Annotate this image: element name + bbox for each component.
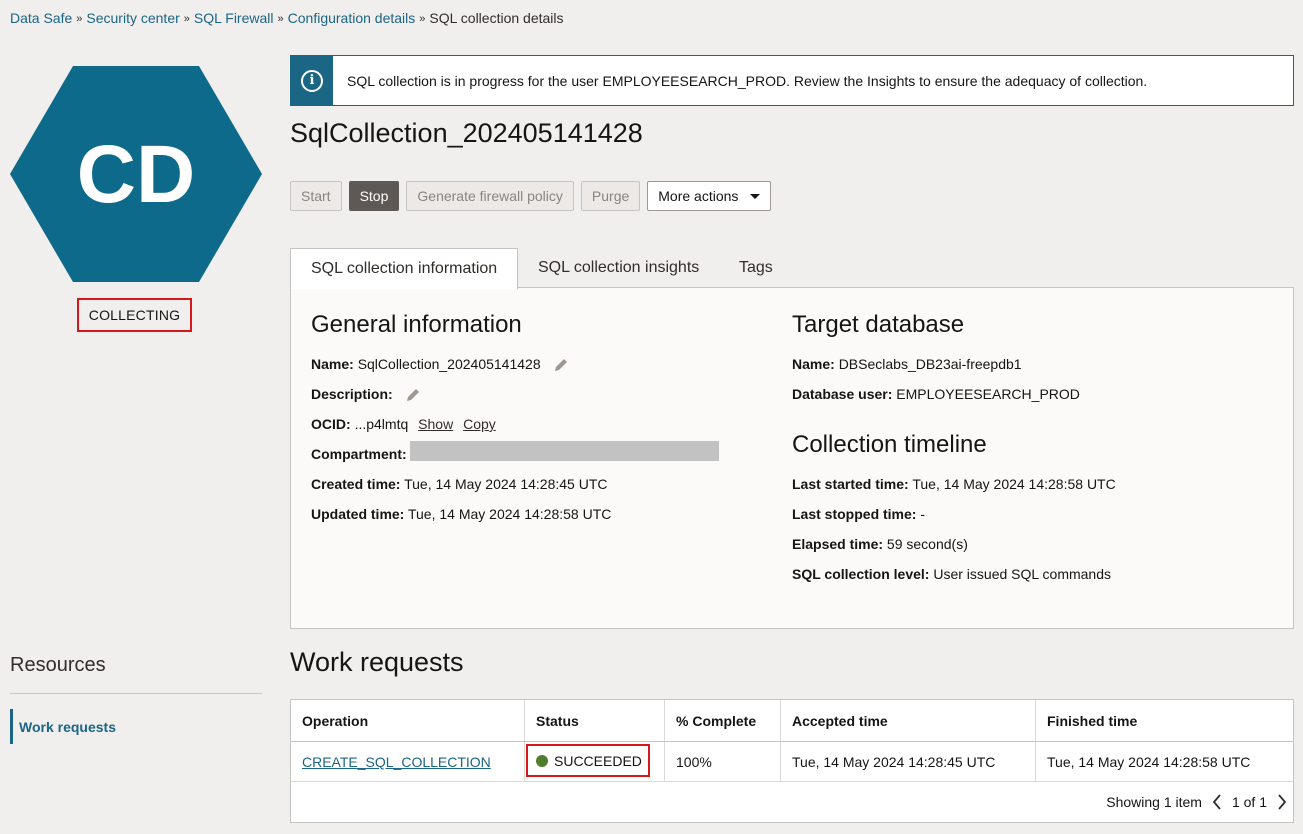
last-started-row: Last started time: Tue, 14 May 2024 14:2… [792, 476, 1116, 492]
column-header-status[interactable]: Status [525, 700, 665, 741]
breadcrumb-separator: » [76, 13, 83, 25]
resource-initials: CD [77, 129, 195, 220]
success-dot-icon [536, 754, 548, 767]
more-actions-label: More actions [658, 188, 739, 204]
generate-firewall-policy-button[interactable]: Generate firewall policy [406, 181, 574, 211]
ocid-label: OCID: [311, 416, 351, 432]
purge-button[interactable]: Purge [580, 181, 641, 211]
last-stopped-value: - [920, 506, 926, 522]
collection-level-value: User issued SQL commands [933, 566, 1112, 582]
collection-timeline-heading: Collection timeline [792, 431, 987, 458]
description-label: Description: [311, 386, 393, 402]
chevron-down-icon [750, 193, 761, 199]
column-header-operation[interactable]: Operation [291, 700, 525, 741]
edit-description-icon[interactable] [405, 387, 421, 403]
collection-level-label: SQL collection level: [792, 566, 930, 582]
breadcrumb-security-center[interactable]: Security center [86, 10, 179, 26]
breadcrumb: Data Safe» Security center» SQL Firewall» C… [10, 10, 564, 26]
alert-message: SQL collection is in progress for the us… [347, 72, 1148, 89]
breadcrumb-configuration-details[interactable]: Configuration details [288, 10, 416, 26]
last-started-label: Last started time: [792, 476, 909, 492]
ocid-value: ...p4lmtq [354, 416, 409, 432]
resources-heading: Resources [10, 654, 106, 676]
alert-icon-bar: i [291, 56, 333, 105]
table-cell-operation: CREATE_SQL_COLLECTION [291, 742, 525, 782]
sidebar-item-work-requests[interactable]: Work requests [10, 709, 116, 744]
last-stopped-row: Last stopped time: - [792, 506, 925, 522]
tab-sql-collection-information[interactable]: SQL collection information [290, 248, 519, 289]
column-header-complete[interactable]: % Complete [665, 700, 781, 741]
name-value: SqlCollection_202405141428 [357, 356, 541, 372]
column-header-accepted-time[interactable]: Accepted time [781, 700, 1036, 741]
more-actions-button[interactable]: More actions [647, 181, 772, 211]
status-value: SUCCEEDED [554, 752, 642, 769]
last-started-value: Tue, 14 May 2024 14:28:58 UTC [912, 476, 1116, 492]
name-row: Name: SqlCollection_202405141428 [311, 356, 569, 373]
breadcrumb-sql-firewall[interactable]: SQL Firewall [194, 10, 274, 26]
table-row-divider [291, 781, 1293, 782]
target-database-heading: Target database [792, 311, 965, 338]
breadcrumb-separator: » [419, 13, 426, 25]
edit-name-icon[interactable] [553, 357, 569, 373]
updated-time-value: Tue, 14 May 2024 14:28:58 UTC [407, 506, 612, 522]
compartment-redacted-value [410, 441, 719, 461]
table-cell-finished-time: Tue, 14 May 2024 14:28:58 UTC [1047, 754, 1251, 770]
elapsed-time-row: Elapsed time: 59 second(s) [792, 536, 968, 552]
description-row: Description: [311, 386, 421, 403]
status-badge: SUCCEEDED [526, 744, 650, 777]
updated-time-row: Updated time: Tue, 14 May 2024 14:28:58 … [311, 506, 611, 522]
compartment-row: Compartment: [311, 446, 407, 462]
ocid-copy-link[interactable]: Copy [463, 416, 496, 432]
ocid-show-link[interactable]: Show [418, 416, 453, 432]
breadcrumb-data-safe[interactable]: Data Safe [10, 10, 72, 26]
collection-level-row: SQL collection level: User issued SQL co… [792, 566, 1111, 582]
info-alert: i SQL collection is in progress for the … [290, 55, 1294, 106]
action-toolbar: Start Stop Generate firewall policy Purg… [290, 181, 772, 211]
pager-text: 1 of 1 [1231, 794, 1267, 810]
database-user-value: EMPLOYEESEARCH_PROD [896, 386, 1080, 402]
stop-button[interactable]: Stop [348, 181, 400, 211]
breadcrumb-separator: » [277, 13, 284, 25]
name-label: Name: [311, 356, 354, 372]
compartment-label: Compartment: [311, 446, 407, 462]
resources-divider [10, 693, 262, 694]
table-cell-complete: 100% [665, 742, 781, 782]
target-name-value: DBSeclabs_DB23ai-freepdb1 [838, 356, 1022, 372]
database-user-row: Database user: EMPLOYEESEARCH_PROD [792, 386, 1080, 402]
tab-tags[interactable]: Tags [719, 248, 793, 288]
resource-hexagon-icon: CD [10, 66, 262, 282]
created-time-value: Tue, 14 May 2024 14:28:45 UTC [404, 476, 608, 492]
tab-sql-collection-insights[interactable]: SQL collection insights [518, 248, 719, 288]
operation-link[interactable]: CREATE_SQL_COLLECTION [302, 754, 491, 770]
elapsed-time-label: Elapsed time: [792, 536, 884, 552]
database-user-label: Database user: [792, 386, 893, 402]
target-name-row: Name: DBSeclabs_DB23ai-freepdb1 [792, 356, 1022, 372]
chevron-right-icon[interactable] [1277, 794, 1287, 810]
table-cell-accepted-time: Tue, 14 May 2024 14:28:45 UTC [781, 742, 1036, 782]
breadcrumb-current: SQL collection details [429, 10, 564, 26]
column-header-finished-time[interactable]: Finished time [1036, 700, 1293, 741]
page-title: SqlCollection_202405141428 [290, 118, 643, 148]
elapsed-time-value: 59 second(s) [886, 536, 968, 552]
last-stopped-label: Last stopped time: [792, 506, 917, 522]
table-footer: Showing 1 item 1 of 1 [1106, 794, 1287, 810]
ocid-row: OCID: ...p4lmtq Show Copy [311, 416, 496, 432]
showing-count: Showing 1 item [1106, 794, 1202, 810]
target-name-label: Name: [792, 356, 835, 372]
chevron-left-icon[interactable] [1212, 794, 1222, 810]
updated-time-label: Updated time: [311, 506, 405, 522]
created-time-label: Created time: [311, 476, 401, 492]
created-time-row: Created time: Tue, 14 May 2024 14:28:45 … [311, 476, 608, 492]
start-button[interactable]: Start [290, 181, 342, 211]
lifecycle-status-badge: COLLECTING [77, 298, 192, 332]
breadcrumb-separator: » [183, 13, 190, 25]
info-icon: i [301, 69, 323, 92]
general-information-heading: General information [311, 311, 522, 338]
work-requests-heading: Work requests [290, 647, 464, 677]
